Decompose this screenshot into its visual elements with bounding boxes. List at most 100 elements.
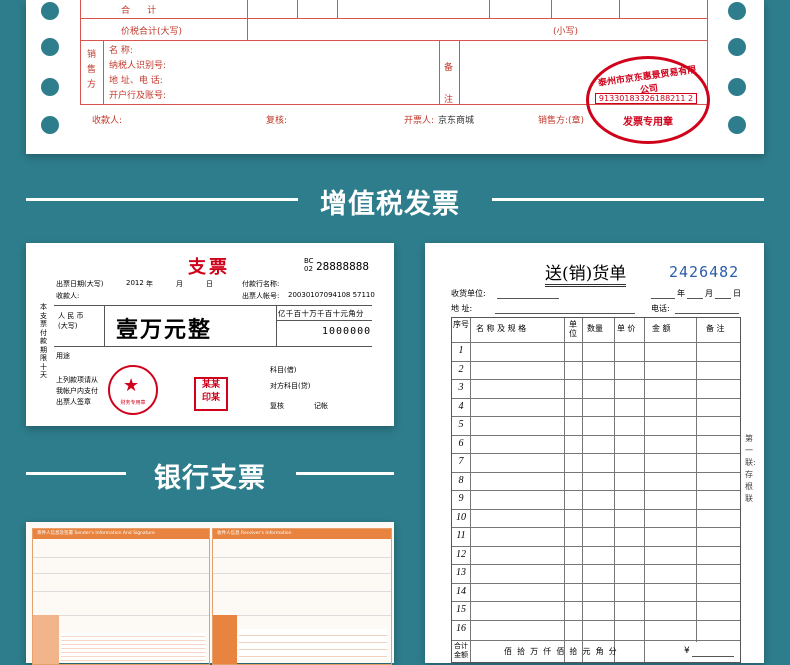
col-header-remark: 备 注 bbox=[706, 324, 725, 333]
cheque-digit-header: 亿千百十万千百十元角分 bbox=[278, 309, 364, 318]
col-header-index: 序号 bbox=[453, 320, 469, 329]
tractor-hole bbox=[728, 2, 746, 20]
seller-label: 销售方 bbox=[87, 50, 97, 90]
col-header-qty: 数量 bbox=[587, 324, 603, 333]
receiver-section: 收件人信息 Receiver's Information bbox=[212, 528, 392, 665]
col-header-price: 单 价 bbox=[617, 324, 636, 333]
cheque-purpose: 用途 bbox=[56, 352, 70, 360]
tractor-hole bbox=[41, 116, 59, 134]
seller-stamp-label: 销售方:(章) bbox=[538, 116, 585, 126]
col-header-name: 名 称 及 规 格 bbox=[476, 324, 527, 333]
tractor-hole bbox=[41, 2, 59, 20]
cheque-review: 复核 bbox=[270, 402, 284, 410]
table-row bbox=[452, 619, 740, 621]
tractor-hole bbox=[41, 78, 59, 96]
divider-line bbox=[492, 198, 764, 201]
tractor-hole bbox=[728, 38, 746, 56]
delivery-title: 送(销)货单 bbox=[545, 259, 627, 287]
delivery-total-units: 佰 拾 万 仟 佰 拾 元 角 分 bbox=[504, 647, 617, 656]
divider-line bbox=[26, 198, 298, 201]
seller-fields: 名 称: 纳税人识别号: 地 址、电 话: 开户行及账号: bbox=[109, 46, 167, 101]
col-header-amount: 金 额 bbox=[652, 324, 671, 333]
row-number: 4 bbox=[458, 400, 464, 412]
table-row bbox=[452, 416, 740, 417]
table-row bbox=[452, 379, 740, 380]
cheque-bank-label: 付款行名称: bbox=[242, 280, 280, 288]
row-number: 1 bbox=[458, 345, 464, 356]
cheque-bookkeep: 记帐 bbox=[314, 402, 328, 410]
row-number: 2 bbox=[458, 363, 464, 375]
cheque-round-seal-text: 财务专用章 bbox=[120, 400, 146, 406]
cheque-account-label: 出票人帐号: bbox=[242, 292, 280, 300]
row-number: 12 bbox=[456, 548, 466, 560]
sender-header: 寄件人信息及签署 Sender's Information And Signat… bbox=[33, 529, 209, 539]
invoice-total-label: 合 计 bbox=[121, 6, 157, 16]
row-number: 13 bbox=[456, 567, 466, 578]
table-row bbox=[452, 545, 740, 547]
vat-invoice-paper: 合 计 价税合计(大写) (小写) 销售方 名 称: 纳税人识别号: 地 址、电 话… bbox=[26, 0, 764, 154]
stamp-id: 91330183326188211 2 bbox=[595, 93, 697, 104]
delivery-currency-sign: ¥ bbox=[684, 646, 690, 656]
table-row bbox=[452, 508, 740, 510]
row-number: 8 bbox=[458, 474, 464, 486]
cheque-year: 2012 bbox=[126, 279, 144, 287]
table-row bbox=[452, 342, 740, 343]
section-title-vat: 增值税发票 bbox=[320, 189, 460, 220]
cheque-round-seal: ★ 财务专用章 bbox=[108, 365, 158, 415]
tractor-hole bbox=[41, 38, 59, 56]
cheque-sub-b: 对方科目(贷) bbox=[270, 382, 311, 390]
row-number: 6 bbox=[458, 437, 464, 449]
table-row bbox=[452, 471, 740, 473]
tractor-hole bbox=[728, 78, 746, 96]
issuer-name: 京东商城 bbox=[438, 116, 475, 126]
stamp-label: 发票专用章 bbox=[623, 117, 673, 128]
divider-line bbox=[26, 472, 126, 475]
delivery-note: 送(销)货单 2426482 收货单位: 年 月 日 地 址: 电话: 序号 名… bbox=[425, 243, 764, 663]
col-header-unit: 单位 bbox=[569, 320, 577, 338]
delivery-addr-label: 地 址: bbox=[451, 304, 473, 313]
cheque-currency: 人 民 币 (大写) bbox=[58, 312, 84, 330]
cheque-side-text: 本支票付款期限十天 bbox=[40, 303, 47, 379]
cheque-day: 日 bbox=[206, 280, 213, 288]
section-title-cheque: 银行支票 bbox=[154, 463, 266, 494]
delivery-total-label: 合计 金额 bbox=[454, 642, 468, 659]
delivery-number: 2426482 bbox=[669, 263, 740, 281]
table-row bbox=[452, 360, 740, 362]
row-number: 11 bbox=[456, 530, 466, 541]
row-number: 9 bbox=[458, 493, 464, 504]
delivery-phone-label: 电话: bbox=[651, 304, 670, 313]
table-row bbox=[452, 397, 740, 399]
issuer-label: 开票人: bbox=[404, 116, 435, 126]
cheque-month: 月 bbox=[176, 280, 183, 288]
cheque-serial: 28888888 bbox=[316, 260, 369, 273]
receiver-label: 收款人: bbox=[92, 116, 123, 126]
tractor-hole bbox=[728, 116, 746, 134]
row-number: 10 bbox=[456, 511, 466, 523]
table-row bbox=[452, 434, 740, 436]
row-number: 5 bbox=[458, 419, 464, 430]
table-row bbox=[452, 582, 740, 584]
sender-section: 寄件人信息及签署 Sender's Information And Signat… bbox=[32, 528, 210, 665]
delivery-date-day: 日 bbox=[733, 289, 741, 298]
receiver-header: 收件人信息 Receiver's Information bbox=[213, 529, 391, 539]
row-number: 15 bbox=[456, 604, 466, 615]
star-icon: ★ bbox=[123, 375, 140, 396]
delivery-unit-label: 收货单位: bbox=[451, 289, 486, 298]
cheque-sub-a: 科目(借) bbox=[270, 366, 297, 374]
invoice-stamp: 泰州市京东惠景贸易有限公司 91330183326188211 2 发票专用章 bbox=[586, 56, 710, 144]
cheque-year-unit: 年 bbox=[146, 280, 153, 288]
cheque-amount-words: 壹万元整 bbox=[116, 317, 213, 343]
cheque-payee-label: 收款人: bbox=[56, 292, 80, 300]
row-number: 7 bbox=[458, 456, 464, 467]
row-number: 14 bbox=[456, 585, 466, 597]
row-number: 16 bbox=[456, 622, 466, 634]
cheque-date-label: 出票日期(大写) bbox=[56, 280, 104, 288]
row-number: 3 bbox=[458, 382, 464, 393]
cheque-account: 20030107094108 57110 bbox=[288, 291, 375, 299]
table-row bbox=[452, 601, 740, 602]
invoice-tax-total-label: 价税合计(大写) bbox=[121, 27, 183, 37]
cheque-notes: 上列款项请从 我帐户内支付 出票人签章 bbox=[56, 376, 98, 406]
express-waybill: 寄件人信息及签署 Sender's Information And Signat… bbox=[26, 522, 394, 665]
cheque-serial-prefix: BC 02 bbox=[304, 257, 314, 273]
reviewer-label: 复核: bbox=[266, 116, 288, 126]
